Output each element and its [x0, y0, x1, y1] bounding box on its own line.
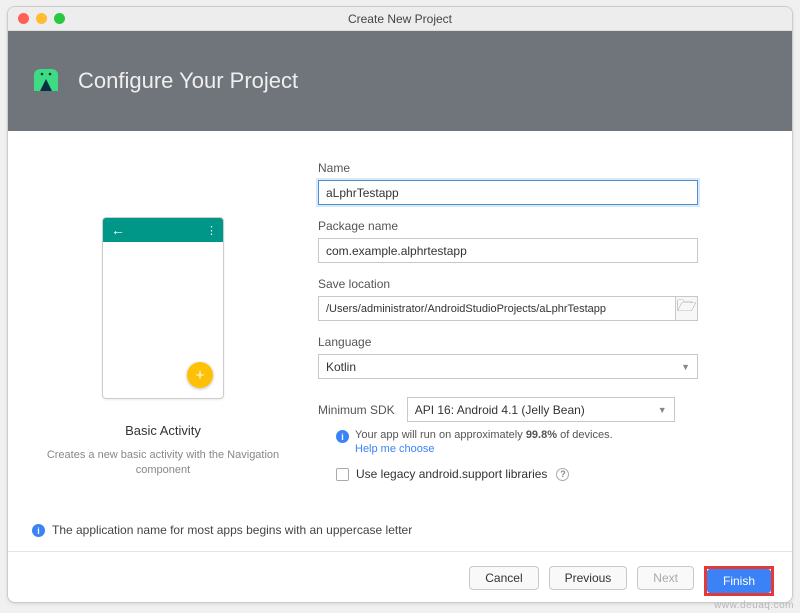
finish-button[interactable]: Finish: [707, 569, 771, 593]
activity-preview: ← ⋮ +: [102, 217, 224, 399]
next-button: Next: [637, 566, 694, 590]
preview-appbar: ← ⋮: [103, 218, 223, 242]
save-location-input[interactable]: [318, 296, 676, 321]
minimum-sdk-label: Minimum SDK: [318, 403, 395, 417]
chevron-down-icon: ▼: [681, 362, 690, 372]
activity-template-hint: Creates a new basic activity with the Na…: [8, 448, 318, 479]
language-value: Kotlin: [326, 360, 356, 374]
zoom-icon[interactable]: [54, 13, 65, 24]
activity-template-label: Basic Activity: [125, 423, 201, 438]
watermark: www.deuaq.com: [714, 600, 794, 611]
kebab-menu-icon: ⋮: [206, 224, 215, 237]
minimum-sdk-dropdown[interactable]: API 16: Android 4.1 (Jelly Bean) ▼: [407, 397, 675, 422]
minimum-sdk-value: API 16: Android 4.1 (Jelly Bean): [415, 403, 585, 417]
save-location-label: Save location: [318, 277, 770, 291]
window-title: Create New Project: [8, 12, 792, 26]
sdk-info-text: Your app will run on approximately 99.8%…: [355, 429, 613, 455]
name-label: Name: [318, 161, 770, 175]
preview-column: ← ⋮ + Basic Activity Creates a new basic…: [8, 139, 318, 519]
language-label: Language: [318, 335, 770, 349]
separator: [8, 551, 792, 552]
language-dropdown[interactable]: Kotlin ▼: [318, 354, 698, 379]
android-studio-icon: [28, 63, 64, 99]
help-me-choose-link[interactable]: Help me choose: [355, 443, 613, 455]
banner: Configure Your Project: [8, 31, 792, 131]
footer-info: i The application name for most apps beg…: [8, 519, 792, 537]
form-column: Name Package name Save location 🗁 Langua…: [318, 139, 792, 519]
legacy-support-label: Use legacy android.support libraries: [356, 467, 547, 481]
button-bar: Cancel Previous Next Finish: [8, 556, 792, 603]
close-icon[interactable]: [18, 13, 29, 24]
finish-highlight: Finish: [704, 566, 774, 596]
info-icon: i: [32, 524, 45, 537]
info-icon: i: [336, 430, 349, 443]
content-area: ← ⋮ + Basic Activity Creates a new basic…: [8, 131, 792, 519]
help-icon[interactable]: ?: [556, 468, 569, 481]
title-bar: Create New Project: [8, 7, 792, 31]
package-input[interactable]: [318, 238, 698, 263]
folder-icon: 🗁: [677, 295, 697, 322]
previous-button[interactable]: Previous: [549, 566, 628, 590]
back-arrow-icon: ←: [111, 222, 125, 238]
traffic-lights: [18, 13, 65, 24]
legacy-support-checkbox[interactable]: [336, 468, 349, 481]
browse-folder-button[interactable]: 🗁: [676, 296, 698, 321]
name-input[interactable]: [318, 180, 698, 205]
package-label: Package name: [318, 219, 770, 233]
footer-info-text: The application name for most apps begin…: [52, 523, 412, 537]
banner-title: Configure Your Project: [78, 68, 298, 94]
cancel-button[interactable]: Cancel: [469, 566, 538, 590]
fab-icon: +: [187, 362, 213, 388]
wizard-window: Create New Project Configure Your Projec…: [7, 6, 793, 603]
chevron-down-icon: ▼: [658, 405, 667, 415]
minimize-icon[interactable]: [36, 13, 47, 24]
